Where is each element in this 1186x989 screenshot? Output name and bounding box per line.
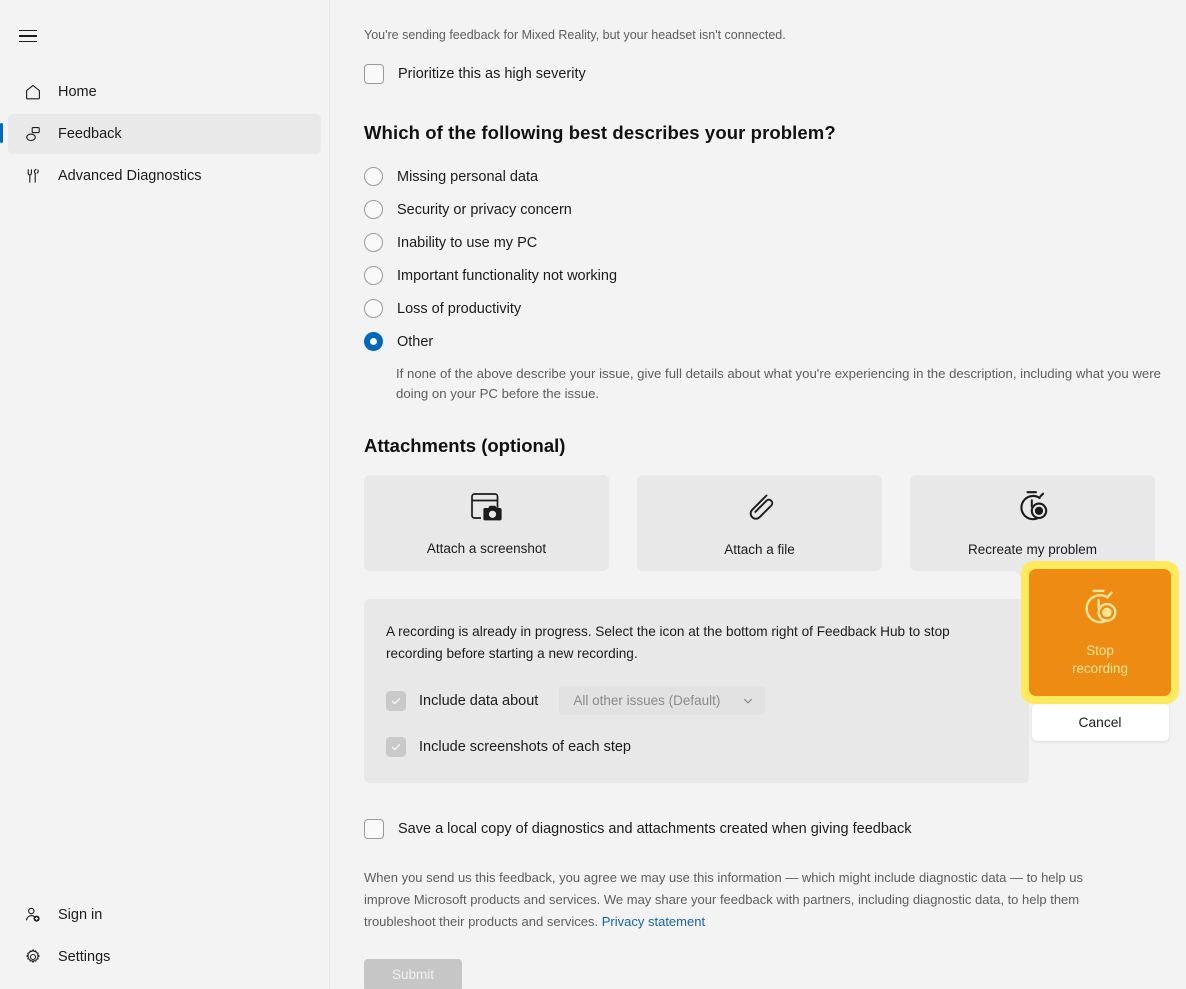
hamburger-icon[interactable]	[8, 18, 48, 54]
radio-indicator	[364, 299, 383, 318]
hamburger-bar	[19, 29, 37, 32]
legal-text: When you send us this feedback, you agre…	[364, 870, 1083, 930]
save-local-copy-row[interactable]: Save a local copy of diagnostics and att…	[364, 819, 1186, 840]
attachment-card-label: Attach a file	[724, 541, 795, 557]
sidebar-item-label: Advanced Diagnostics	[58, 168, 202, 184]
hamburger-bar	[19, 40, 37, 43]
save-local-copy-checkbox[interactable]	[364, 819, 384, 840]
paperclip-icon	[743, 489, 777, 530]
chevron-down-icon	[742, 695, 754, 707]
recording-panel: A recording is already in progress. Sele…	[364, 598, 1029, 784]
attachment-card-label: Recreate my problem	[967, 541, 1098, 557]
radio-indicator	[364, 233, 383, 252]
save-local-copy-label: Save a local copy of diagnostics and att…	[398, 821, 912, 838]
include-data-checkbox[interactable]	[386, 690, 406, 711]
include-screenshots-row: Include screenshots of each step	[386, 737, 1005, 758]
radio-indicator-selected	[364, 332, 383, 351]
prioritize-severity-row[interactable]: Prioritize this as high severity	[364, 64, 1186, 84]
recreate-my-problem-card[interactable]: Recreate my problem	[910, 474, 1155, 588]
radio-label: Other	[397, 333, 434, 350]
diagnostics-icon	[24, 167, 42, 185]
radio-indicator	[364, 200, 383, 219]
privacy-statement-link[interactable]: Privacy statement	[602, 914, 705, 929]
include-screenshots-checkbox[interactable]	[386, 737, 406, 758]
radio-label: Inability to use my PC	[397, 234, 538, 251]
attachments-heading: Attachments (optional)	[364, 434, 566, 456]
prioritize-severity-label: Prioritize this as high severity	[398, 66, 586, 82]
main-content: You're sending feedback for Mixed Realit…	[330, 0, 1186, 989]
person-add-icon	[24, 906, 42, 924]
attach-screenshot-card[interactable]: Attach a screenshot	[364, 474, 609, 571]
include-data-dropdown[interactable]: All other issues (Default)	[559, 686, 766, 716]
problem-heading: Which of the following best describes yo…	[364, 122, 836, 143]
prioritize-severity-checkbox[interactable]	[364, 64, 384, 84]
hamburger-bar	[19, 35, 37, 37]
include-screenshots-label: Include screenshots of each step	[419, 739, 631, 756]
stop-recording-highlight: Stop recording	[1021, 561, 1179, 704]
attach-file-card[interactable]: Attach a file	[637, 474, 882, 571]
feedback-icon	[24, 125, 42, 143]
radio-security-privacy-concern[interactable]: Security or privacy concern	[364, 193, 1186, 226]
cancel-recording-button[interactable]: Cancel	[1031, 704, 1169, 741]
legal-disclaimer: When you send us this feedback, you agre…	[364, 867, 1132, 932]
radio-inability-to-use-pc[interactable]: Inability to use my PC	[364, 226, 1186, 259]
sidebar-nav: Home Feedback Advanced Diagnostics	[0, 70, 329, 198]
attachment-card-label: Attach a screenshot	[426, 540, 547, 556]
sidebar-item-label: Sign in	[58, 907, 103, 923]
screenshot-icon	[468, 490, 506, 529]
submit-button[interactable]: Submit	[364, 958, 462, 989]
gear-icon	[24, 948, 42, 966]
headset-notice: You're sending feedback for Mixed Realit…	[364, 28, 786, 42]
radio-indicator	[364, 167, 383, 186]
stop-recording-label-line1: Stop	[1086, 642, 1114, 658]
recording-in-progress-message: A recording is already in progress. Sele…	[386, 623, 950, 661]
sidebar-bottom-nav: Sign in Settings	[0, 893, 329, 989]
sidebar-item-sign-in[interactable]: Sign in	[8, 895, 321, 935]
feedback-hub-window: Home Feedback Advanced Diagnostics Sign …	[0, 0, 1186, 989]
stop-recording-button[interactable]: Stop recording	[1029, 569, 1171, 696]
radio-important-functionality-not-working[interactable]: Important functionality not working	[364, 259, 1186, 292]
stopwatch-record-icon	[1078, 587, 1122, 634]
radio-other[interactable]: Other	[364, 325, 1186, 358]
stop-recording-flyout: Stop recording Cancel	[1021, 561, 1179, 741]
include-data-row: Include data about All other issues (Def…	[386, 686, 1005, 716]
stopwatch-record-icon	[1014, 489, 1052, 530]
problem-options-group: Missing personal data Security or privac…	[364, 160, 1186, 405]
radio-missing-personal-data[interactable]: Missing personal data	[364, 160, 1186, 193]
sidebar: Home Feedback Advanced Diagnostics Sign …	[0, 0, 330, 989]
include-data-label: Include data about	[419, 692, 539, 709]
attachment-cards: Attach a screenshot Attach a file Recrea…	[364, 474, 1186, 588]
sidebar-item-settings[interactable]: Settings	[8, 937, 321, 977]
stop-recording-label-line2: recording	[1072, 661, 1128, 676]
radio-label: Security or privacy concern	[397, 201, 572, 218]
radio-loss-of-productivity[interactable]: Loss of productivity	[364, 292, 1186, 325]
radio-label: Loss of productivity	[397, 300, 522, 317]
radio-label: Important functionality not working	[397, 267, 618, 284]
sidebar-item-home[interactable]: Home	[8, 72, 321, 112]
other-option-help-text: If none of the above describe your issue…	[396, 366, 1161, 402]
sidebar-item-label: Settings	[58, 949, 111, 965]
stop-recording-label: Stop recording	[1072, 642, 1128, 678]
home-icon	[24, 83, 42, 101]
radio-indicator	[364, 266, 383, 285]
include-data-dropdown-value: All other issues (Default)	[573, 693, 721, 709]
sidebar-item-label: Feedback	[58, 126, 122, 142]
sidebar-item-label: Home	[58, 84, 97, 100]
radio-label: Missing personal data	[397, 168, 539, 185]
sidebar-item-feedback[interactable]: Feedback	[0, 114, 321, 154]
sidebar-item-advanced-diagnostics[interactable]: Advanced Diagnostics	[8, 156, 321, 196]
